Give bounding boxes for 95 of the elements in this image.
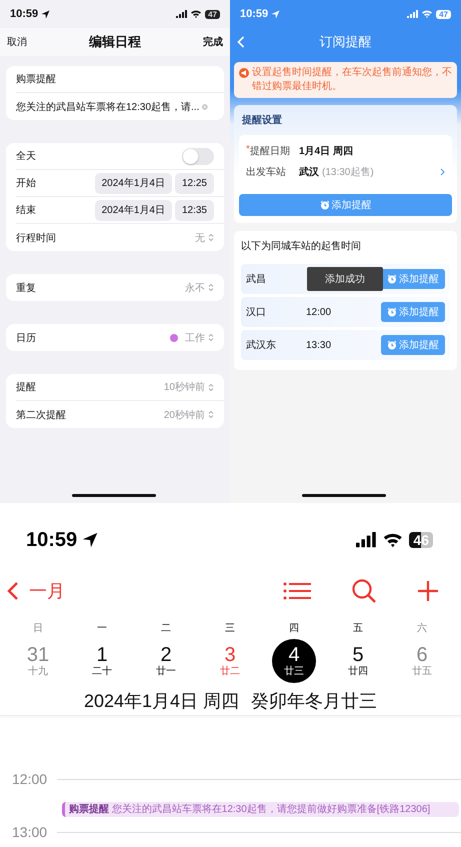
day-button[interactable]: 2 廿一 — [144, 639, 188, 683]
clock-time: 10:59 — [240, 8, 268, 20]
title-text: 购票提醒 — [16, 73, 56, 86]
clock-time: 10:59 — [26, 528, 78, 552]
wifi-icon — [382, 531, 404, 549]
alarm-clock-icon — [320, 200, 330, 210]
signal-icon — [407, 9, 418, 19]
alarm-clock-icon — [387, 307, 397, 317]
hour-label: 13:00 — [12, 824, 48, 840]
signal-icon — [356, 531, 376, 549]
row-value[interactable]: 10秒钟前 — [164, 380, 205, 394]
add-reminder-button[interactable]: 添加提醒 — [381, 269, 445, 289]
signal-icon — [176, 9, 188, 19]
location-arrow-icon — [271, 10, 280, 18]
add-reminder-button[interactable]: 添加提醒 — [381, 302, 445, 322]
weekday-label: 六 — [417, 622, 427, 636]
battery-indicator: 46 — [409, 532, 433, 548]
field-value: 1月4日 周四 — [299, 144, 353, 158]
row-label: 行程时间 — [16, 232, 57, 244]
add-icon[interactable] — [417, 580, 439, 602]
weekday-label: 二 — [161, 622, 171, 636]
sale-time: 13:30 — [306, 340, 332, 350]
megaphone-icon — [239, 68, 249, 78]
add-reminder-button[interactable]: 添加提醒 — [239, 194, 452, 216]
required-mark: * — [246, 144, 250, 156]
weekday-label: 五 — [353, 622, 363, 636]
battery-indicator: 47 — [436, 10, 451, 18]
field-value: 武汉 — [299, 166, 319, 178]
row-value[interactable]: 永不 — [185, 280, 205, 294]
time-pill[interactable]: 12:35 — [174, 200, 214, 220]
done-button[interactable]: 完成 — [203, 35, 223, 49]
calendar-event[interactable]: 购票提醒 您关注的武昌站车票将在12:30起售，请您提前做好购票准备[铁路12306] — [62, 802, 459, 817]
hour-label: 12:00 — [12, 771, 48, 787]
row-value[interactable]: 无 — [195, 230, 205, 244]
clear-icon[interactable] — [202, 102, 208, 110]
day-button[interactable]: 4 廿三 — [272, 639, 316, 683]
clock-time: 10:59 — [10, 8, 38, 20]
row-label: 第二次提醒 — [16, 408, 67, 422]
screen-title: 编辑日程 — [89, 33, 141, 51]
row-label: 结束 — [16, 204, 37, 217]
location-arrow-icon — [82, 532, 98, 548]
station-name: 武昌 — [246, 272, 267, 286]
alarm-clock-icon — [387, 340, 397, 350]
chevron-left-icon — [7, 581, 19, 601]
lunar-date-title: 癸卯年冬月廿三 — [251, 691, 378, 711]
back-button[interactable]: 一月 — [7, 579, 65, 603]
day-button[interactable]: 1 二十 — [80, 639, 124, 683]
chevron-updown-icon — [208, 382, 214, 392]
weekday-label: 三 — [225, 622, 235, 636]
chevron-updown-icon — [208, 410, 214, 419]
add-reminder-button[interactable]: 添加提醒 — [381, 335, 445, 355]
section-title: 提醒设置 — [242, 114, 283, 127]
row-label: 开始 — [16, 177, 37, 190]
weekday-label: 四 — [289, 622, 299, 636]
wifi-icon — [190, 9, 202, 19]
row-label: 全天 — [16, 150, 37, 163]
search-icon[interactable] — [351, 578, 377, 604]
notes-text: 您关注的武昌站车票将在12:30起售，请... — [16, 100, 200, 114]
day-button[interactable]: 6 廿五 — [400, 639, 444, 683]
row-value[interactable]: 20秒钟前 — [164, 408, 205, 422]
chevron-updown-icon — [208, 283, 214, 292]
list-icon[interactable] — [283, 581, 311, 601]
field-label: 出发车站 — [246, 166, 286, 178]
date-title: 2024年1月4日 周四 — [84, 691, 240, 711]
all-day-toggle[interactable] — [182, 148, 214, 164]
screen-title: 订阅提醒 — [320, 33, 372, 51]
row-label: 重复 — [16, 282, 37, 294]
row-value[interactable]: 工作 — [185, 330, 205, 344]
cancel-button[interactable]: 取消 — [7, 35, 27, 49]
row-label: 日历 — [16, 332, 37, 344]
weekday-label: 一 — [97, 622, 107, 636]
toast-message: 添加成功 — [307, 267, 383, 291]
alarm-clock-icon — [387, 274, 397, 284]
location-arrow-icon — [41, 10, 50, 18]
weekday-label: 日 — [33, 622, 43, 636]
sale-time: 12:00 — [306, 306, 332, 318]
day-button[interactable]: 3 廿二 — [208, 639, 252, 683]
notice-text: 设置起售时间提醒，在车次起售前通知您，不错过购票最佳时机。 — [252, 66, 452, 94]
day-button[interactable]: 5 廿四 — [336, 639, 380, 683]
date-pill[interactable]: 2024年1月4日 — [94, 200, 172, 220]
time-pill[interactable]: 12:25 — [174, 172, 214, 194]
row-label: 提醒 — [16, 381, 37, 394]
sale-time-note: (13:30起售) — [322, 166, 374, 178]
station-name: 武汉东 — [246, 338, 277, 352]
chevron-updown-icon — [208, 333, 214, 342]
section-title: 以下为同城车站的起售时间 — [241, 240, 362, 253]
back-icon[interactable] — [237, 36, 245, 48]
chevron-updown-icon — [208, 233, 214, 242]
battery-indicator: 47 — [205, 10, 220, 18]
station-name: 汉口 — [246, 306, 267, 319]
wifi-icon — [421, 9, 434, 19]
date-pill[interactable]: 2024年1月4日 — [94, 172, 172, 194]
day-button[interactable]: 31 十九 — [16, 639, 60, 683]
chevron-right-icon[interactable] — [440, 168, 445, 176]
field-label: 提醒日期 — [250, 146, 290, 158]
